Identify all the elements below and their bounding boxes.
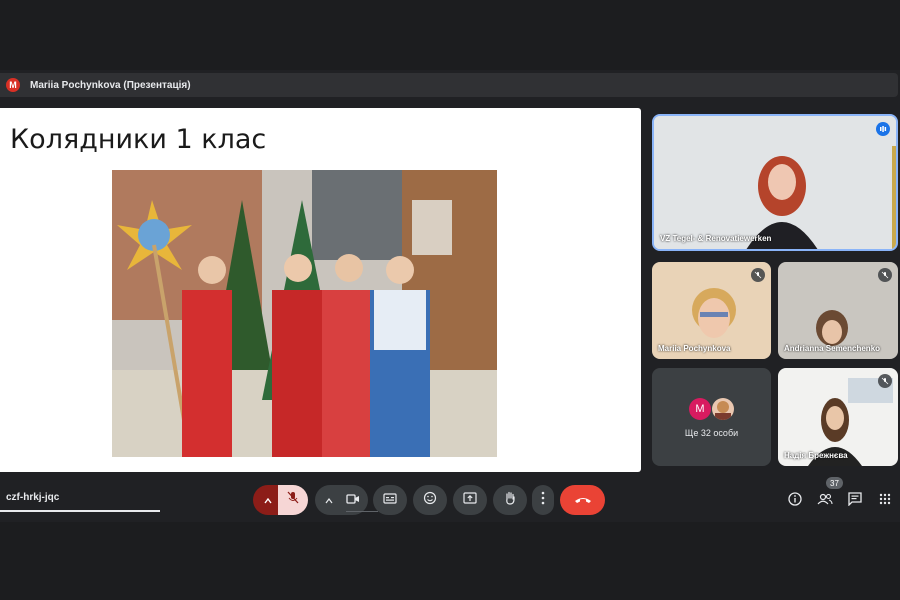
meeting-code: czf-hrkj-jqc: [6, 492, 60, 503]
captions-icon: [383, 491, 397, 509]
mic-off-icon: [287, 491, 299, 510]
meet-window: M Mariia Pochynkova (Презентація) Колядн…: [0, 70, 900, 522]
participant-video: [654, 116, 896, 249]
people-icon: [817, 492, 833, 510]
more-vert-icon: [541, 491, 545, 510]
more-participants-label: Ще 32 особи: [684, 428, 739, 438]
carolers-photo-image: [112, 170, 497, 457]
participants-count-badge: 37: [826, 477, 843, 489]
participant-tile-main[interactable]: VZ Tegel- & Renovatiewerken: [652, 114, 898, 251]
mic-toggle-button[interactable]: [278, 485, 308, 515]
present-button[interactable]: [453, 485, 487, 515]
mic-off-icon: [878, 268, 892, 282]
speaking-indicator-icon: [876, 122, 890, 136]
raise-hand-button[interactable]: [493, 485, 527, 515]
emoji-icon: [423, 491, 437, 510]
end-call-button[interactable]: [560, 485, 605, 515]
participant-name: Надія Брежнєва: [784, 451, 848, 460]
progress-line: [0, 510, 160, 512]
top-band: [0, 0, 900, 70]
presentation-slide: Колядники 1 клас: [0, 108, 641, 472]
people-button[interactable]: [816, 492, 834, 510]
apps-icon: [879, 492, 891, 510]
presenter-avatar: M: [6, 78, 20, 92]
slide-title: Колядники 1 клас: [10, 124, 267, 155]
more-options-button[interactable]: [532, 485, 554, 515]
participant-name: VZ Tegel- & Renovatiewerken: [660, 234, 772, 243]
mic-off-icon: [751, 268, 765, 282]
participant-tile-2[interactable]: Andrianna Semenchenko: [778, 262, 898, 359]
bottom-band: [0, 522, 900, 600]
presenter-bar: M Mariia Pochynkova (Презентація): [0, 73, 898, 97]
progress-line-secondary: [346, 511, 378, 512]
presenter-label: Mariia Pochynkova (Презентація): [30, 79, 191, 91]
end-call-icon: [574, 491, 592, 509]
participant-name: Mariia Pochynkova: [658, 344, 731, 353]
meeting-info-button[interactable]: [786, 491, 804, 511]
chevron-up-icon: [325, 491, 333, 509]
mic-off-icon: [878, 374, 892, 388]
chevron-up-icon: [264, 491, 272, 509]
chat-button[interactable]: [846, 491, 864, 511]
info-icon: [788, 491, 802, 511]
more-avatar-photo: [712, 398, 734, 420]
raise-hand-icon: [504, 491, 516, 510]
activities-button[interactable]: [876, 492, 894, 510]
camera-icon: [346, 491, 360, 509]
participant-tile-1[interactable]: Mariia Pochynkova: [652, 262, 771, 359]
more-participants-tile[interactable]: M Ще 32 особи: [652, 368, 771, 466]
captions-button[interactable]: [373, 485, 407, 515]
present-icon: [463, 491, 477, 509]
more-avatar: M: [689, 398, 711, 420]
participant-tile-4[interactable]: Надія Брежнєва: [778, 368, 898, 466]
chat-icon: [848, 491, 862, 511]
controls-bar: czf-hrkj-jqc: [0, 480, 900, 522]
slide-photo: [112, 170, 497, 457]
participant-name: Andrianna Semenchenko: [784, 344, 881, 353]
reactions-button[interactable]: [413, 485, 447, 515]
